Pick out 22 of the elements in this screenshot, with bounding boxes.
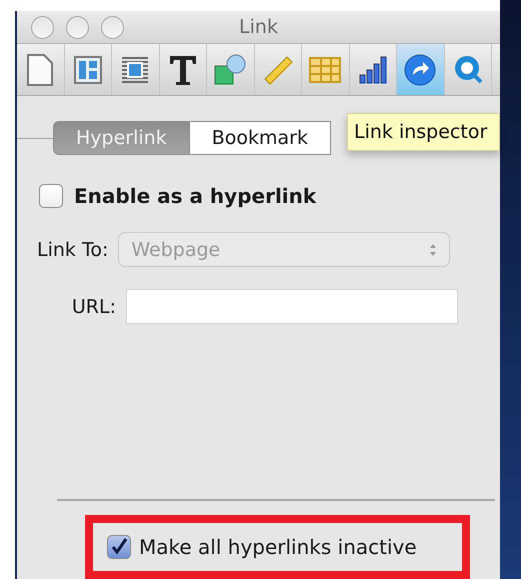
- url-field[interactable]: [126, 289, 458, 324]
- table-icon: [308, 54, 342, 84]
- field-label: URL:: [70, 296, 116, 318]
- document-icon: [25, 52, 56, 86]
- zoom-button[interactable]: [101, 16, 124, 38]
- checkbox-label: Make all hyperlinks inactive: [139, 535, 417, 559]
- minimize-button[interactable]: [66, 16, 89, 38]
- checkbox-label: Enable as a hyperlink: [74, 184, 316, 208]
- checkbox[interactable]: [107, 535, 131, 559]
- tab[interactable]: Bookmark: [188, 121, 331, 155]
- close-button[interactable]: [31, 16, 54, 38]
- bar-chart-icon: [358, 54, 388, 84]
- layout-icon: [72, 54, 103, 84]
- stepper-icon: [429, 242, 438, 256]
- field-label: Link To:: [37, 238, 108, 260]
- window-title: Link: [238, 16, 279, 38]
- shapes-icon: [213, 52, 248, 86]
- tooltip: Link inspector: [347, 113, 500, 151]
- text-wrap-icon: [120, 54, 150, 84]
- tab[interactable]: Hyperlink: [53, 121, 190, 155]
- checkbox[interactable]: [39, 184, 63, 208]
- toolbar-button[interactable]: [397, 44, 444, 95]
